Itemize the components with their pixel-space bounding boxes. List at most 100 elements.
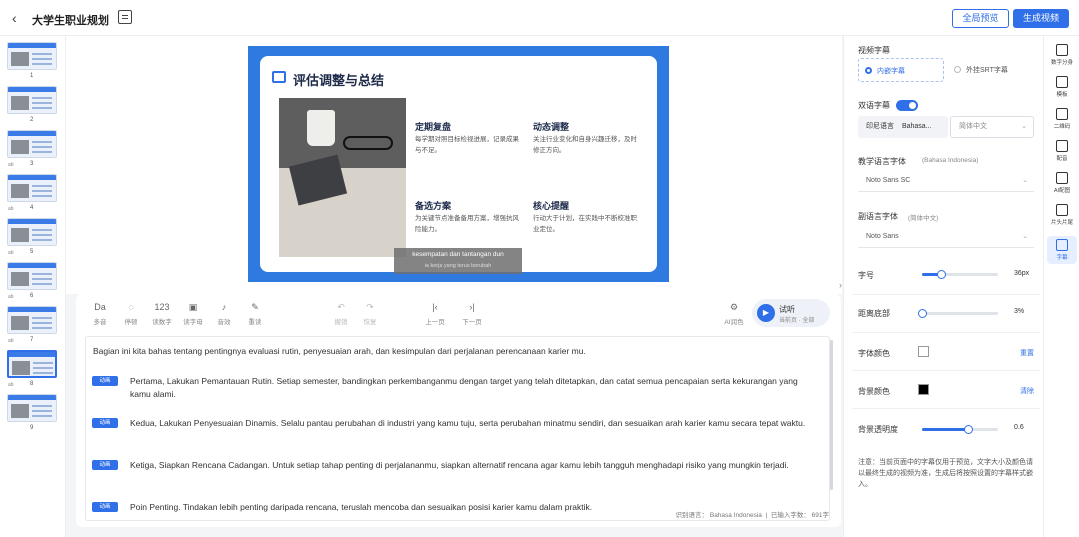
primary-language-select[interactable]: 印尼语言 Bahasa... — [858, 116, 948, 138]
document-icon[interactable] — [118, 10, 132, 24]
thumbnail-tag: ab — [8, 162, 14, 168]
chart-trend-icon — [272, 71, 286, 83]
font-color-swatch[interactable] — [918, 346, 929, 357]
embedded-label: 内嵌字幕 — [877, 68, 905, 75]
rail-label: 配音 — [1056, 156, 1068, 162]
bg-opacity-slider[interactable] — [922, 425, 998, 434]
read-letter-tool[interactable]: ▣ 读字母 — [179, 302, 207, 326]
script-status: 识别语言： Bahasa Indonesia | 已输入字数： 691字 — [675, 512, 829, 519]
font-color-reset[interactable]: 重置 — [1020, 348, 1034, 358]
subtitle-note: 注意：当前页面中的字幕仅用于预览，文字大小及颜色请以最终生成的视频为准，生成后将… — [858, 459, 1033, 488]
tool-icon: ♪ — [221, 302, 227, 312]
animation-tag[interactable]: 动画 — [92, 502, 118, 512]
main-font-select[interactable]: Noto Sans SC ⌄ — [858, 170, 1034, 192]
radio-selected-icon — [865, 67, 872, 74]
font-size-value: 36px — [1014, 270, 1030, 277]
slide-thumbnail[interactable] — [7, 350, 57, 378]
sound-effect-tool[interactable]: ♪ 音效 — [210, 302, 238, 326]
bilingual-toggle[interactable] — [896, 100, 918, 111]
slide-thumbnail[interactable] — [7, 86, 57, 114]
slide-thumbnail[interactable] — [7, 306, 57, 334]
play-icon[interactable]: ▶ — [757, 304, 775, 322]
generate-video-button[interactable]: 生成视频 — [1013, 9, 1069, 28]
rail-label: 字幕 — [1056, 255, 1068, 261]
rail-item[interactable]: 字幕 — [1047, 236, 1077, 264]
animation-tag[interactable]: 动画 — [92, 376, 118, 386]
chevron-down-icon: ⌄ — [1021, 123, 1027, 130]
redo-tool[interactable]: ↷ 恢复 — [356, 302, 384, 326]
tool-icon: Da — [94, 302, 106, 312]
tool-label: 下一页 — [462, 319, 482, 326]
slide-preview[interactable]: 评估调整与总结 定期复盘 每学期对照目标检视进展，记录成果与不足。 动态调整 关… — [248, 46, 669, 282]
rail-item[interactable]: 数字分身 — [1047, 44, 1077, 66]
project-title: 大学生职业规划 — [32, 15, 109, 27]
thumbnail-number: 7 — [30, 337, 34, 343]
slide-thumbnail[interactable] — [7, 174, 57, 202]
avatar-icon — [1056, 44, 1068, 56]
animation-tag[interactable]: 动画 — [92, 418, 118, 428]
character-count: 691字 — [811, 512, 829, 519]
bg-color-clear[interactable]: 清除 — [1020, 386, 1034, 396]
paragraph-text: Ketiga, Siapkan Rencana Cadangan. Untuk … — [130, 460, 789, 470]
subtitle-line-1: kesempatan dan tantangan dun — [412, 251, 504, 258]
voice-preview[interactable]: ▶ 试听 当前页 · 全部 — [752, 299, 830, 327]
count-label: 已输入字数： — [770, 512, 810, 519]
slide-stage: 评估调整与总结 定期复盘 每学期对照目标检视进展，记录成果与不足。 动态调整 关… — [66, 36, 842, 294]
section-heading: 定期复盘 — [415, 122, 452, 132]
main-font-label: 教学语言字体 — [858, 157, 906, 166]
rail-label: 数字分身 — [1050, 60, 1073, 66]
slide-thumbnail[interactable] — [7, 42, 57, 70]
slide-thumbnail[interactable] — [7, 394, 57, 422]
qrcode-icon — [1056, 108, 1068, 120]
font-size-slider[interactable] — [922, 270, 998, 279]
back-icon[interactable]: ‹ — [12, 10, 17, 26]
voice-name: 试听 — [779, 305, 795, 314]
rail-item[interactable]: 配音 — [1047, 140, 1077, 162]
read-number-tool[interactable]: 123 读数字 — [148, 302, 176, 326]
ai-polish-label: AI润色 — [724, 319, 744, 326]
chevron-down-icon: ⌄ — [1022, 233, 1028, 240]
main-font-sub: (Bahasa Indonesia) — [922, 157, 979, 164]
ai-icon: ⚙ — [729, 302, 739, 312]
slide-thumbnail[interactable] — [7, 130, 57, 158]
microphone-icon — [1056, 140, 1068, 152]
srt-subtitle-option[interactable]: 外挂SRT字幕 — [948, 58, 1034, 82]
primary-language: 印尼语言 — [866, 123, 894, 130]
bottom-distance-slider[interactable] — [918, 309, 998, 318]
undo-tool[interactable]: ↶ 撤销 — [327, 302, 355, 326]
next-page-tool[interactable]: ›| 下一页 — [458, 302, 486, 326]
collapse-panel-icon[interactable]: › — [839, 280, 842, 290]
embedded-subtitle-option[interactable]: 内嵌字幕 — [858, 58, 944, 82]
thumbnail-tag: ab — [8, 294, 14, 300]
thumbnail-number: 1 — [30, 73, 34, 79]
section-text: 为关键节点准备备用方案，增强抗风险能力。 — [415, 215, 519, 233]
slide-thumbnail[interactable] — [7, 262, 57, 290]
tool-label: 撤销 — [334, 319, 348, 326]
thumbnail-number: 3 — [30, 161, 34, 167]
secondary-language-select[interactable]: 简体中文 ⌄ — [950, 116, 1034, 138]
rail-item[interactable]: 片头片尾 — [1047, 204, 1077, 226]
script-textarea[interactable]: Bagian ini kita bahas tentang pentingnya… — [85, 336, 830, 521]
slide-thumbnail[interactable] — [7, 218, 57, 246]
tool-icon: |‹ — [432, 302, 438, 312]
bilingual-label: 双语字幕 — [858, 101, 890, 110]
rail-item[interactable]: AI配图 — [1047, 172, 1077, 194]
rail-label: 模板 — [1056, 92, 1068, 98]
slide-thumbnail-list: 1 2 3 ab 4 ab 5 ab 6 ab 7 ab 8 ab 9 — [0, 36, 66, 537]
second-font-select[interactable]: Noto Sans ⌄ — [858, 226, 1034, 248]
font-size-label: 字号 — [858, 271, 874, 280]
ai-polish-button[interactable]: ⚙ AI润色 — [720, 302, 748, 326]
rail-item[interactable]: 二维码 — [1047, 108, 1077, 130]
polyphone-tool[interactable]: Da 多音 — [86, 302, 114, 326]
thumbnail-number: 6 — [30, 293, 34, 299]
global-preview-button[interactable]: 全局预览 — [952, 9, 1009, 28]
rail-item[interactable]: 模板 — [1047, 76, 1077, 98]
prev-page-tool[interactable]: |‹ 上一页 — [421, 302, 449, 326]
stress-tool[interactable]: ✎ 重读 — [241, 302, 269, 326]
pause-tool[interactable]: ◌ 停顿 — [117, 302, 145, 326]
rail-label: AI配图 — [1053, 188, 1071, 194]
bg-color-swatch[interactable] — [918, 384, 929, 395]
animation-tag[interactable]: 动画 — [92, 460, 118, 470]
subtitle-icon — [1056, 239, 1068, 251]
editor-scrollbar[interactable] — [830, 340, 833, 490]
